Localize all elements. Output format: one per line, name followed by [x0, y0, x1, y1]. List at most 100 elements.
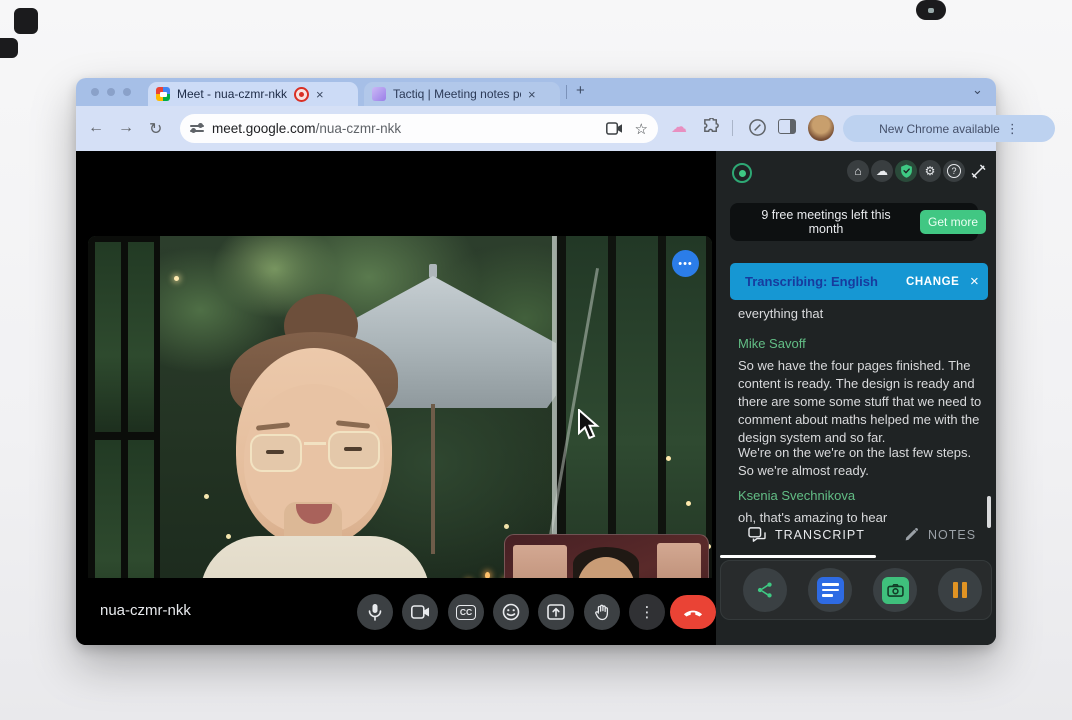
desktop-widget-icon: [14, 8, 38, 34]
transcribing-label: Transcribing: English: [745, 274, 878, 289]
present-button[interactable]: [538, 594, 574, 630]
tactiq-logo-icon: [732, 163, 752, 183]
transcript-paragraph: We're on the we're on the last few steps…: [738, 444, 984, 480]
forward-button[interactable]: →: [118, 119, 134, 137]
meet-favicon-icon: [156, 87, 170, 101]
site-settings-icon[interactable]: [190, 125, 204, 132]
window-close-button[interactable]: [91, 88, 99, 96]
hand-icon: [593, 603, 611, 622]
recording-indicator-icon: [294, 87, 309, 102]
raise-hand-button[interactable]: [584, 594, 620, 630]
pin-button[interactable]: [967, 160, 989, 182]
bubble-dots-icon: •••: [678, 258, 693, 270]
settings-button[interactable]: ⚙: [919, 160, 941, 182]
kebab-icon: ⋮: [640, 603, 655, 621]
gear-icon: ⚙: [925, 164, 936, 178]
more-options-button[interactable]: ⋮: [629, 594, 665, 630]
tactiq-action-bar: [720, 560, 992, 620]
tab-divider: [566, 85, 567, 99]
privacy-button[interactable]: [895, 160, 917, 182]
tactiq-sidebar: ⌂ ☁ ⚙ ? 9 free meetings left this month …: [716, 151, 996, 645]
end-call-icon: [683, 608, 703, 617]
browser-toolbar: ← → ↻ meet.google.com/nua-czmr-nkk ☆ ☁: [76, 106, 996, 151]
new-tab-button[interactable]: +: [576, 82, 585, 99]
help-button[interactable]: ?: [943, 160, 965, 182]
tab-title: Meet - nua-czmr-nkk: [177, 87, 287, 101]
transcript-speaker: Mike Savoff: [738, 336, 806, 351]
reactions-button[interactable]: [493, 594, 529, 630]
export-to-docs-button[interactable]: [808, 568, 852, 612]
screenshot-camera-icon: [882, 577, 909, 604]
url-text: meet.google.com/nua-czmr-nkk: [212, 121, 401, 136]
tactiq-favicon-icon: [372, 87, 386, 101]
screenshot-button[interactable]: [873, 568, 917, 612]
transcript-scrollbar[interactable]: [987, 496, 991, 528]
bookmark-star-icon[interactable]: ☆: [635, 120, 648, 138]
free-meetings-banner: 9 free meetings left this month Get more: [730, 203, 978, 241]
tab-transcript[interactable]: TRANSCRIPT: [748, 527, 865, 543]
notification-bubble: [916, 0, 946, 20]
reload-button[interactable]: ↻: [149, 119, 162, 139]
desktop: Meet - nua-czmr-nkk × Tactiq | Meeting n…: [0, 0, 1072, 720]
browser-window: Meet - nua-czmr-nkk × Tactiq | Meeting n…: [76, 78, 996, 645]
mic-button[interactable]: [357, 594, 393, 630]
tab-notes[interactable]: NOTES: [904, 527, 976, 542]
new-chrome-button[interactable]: New Chrome available ⋮: [843, 115, 1055, 142]
close-banner-icon[interactable]: ×: [970, 273, 979, 290]
transcribing-banner: Transcribing: English CHANGE ×: [730, 263, 988, 300]
pin-icon: [971, 164, 986, 179]
cc-icon: CC: [456, 605, 476, 620]
close-tab-icon[interactable]: ×: [316, 88, 324, 101]
close-tab-icon[interactable]: ×: [528, 88, 536, 101]
mouse-cursor: [577, 409, 600, 440]
pause-transcription-button[interactable]: [938, 568, 982, 612]
meet-control-bar: nua-czmr-nkk CC: [76, 578, 716, 645]
share-icon: [756, 581, 774, 599]
free-meetings-text: 9 free meetings left this month: [746, 208, 906, 236]
share-button[interactable]: [743, 568, 787, 612]
transcript-line: everything that: [738, 305, 984, 323]
shield-check-icon: [900, 164, 913, 178]
get-more-button[interactable]: Get more: [920, 210, 986, 234]
address-bar[interactable]: meet.google.com/nua-czmr-nkk ☆: [180, 114, 658, 143]
pause-icon: [953, 582, 967, 598]
camera-allowed-icon[interactable]: [606, 122, 623, 135]
mic-icon: [367, 603, 383, 621]
umbrella-pole: [431, 404, 435, 554]
desktop-widget-icon: [0, 38, 18, 58]
tab-strip: Meet - nua-czmr-nkk × Tactiq | Meeting n…: [76, 78, 996, 106]
window-minimize-button[interactable]: [107, 88, 115, 96]
extension-badge-icon[interactable]: [748, 118, 767, 137]
tab-notes-label: NOTES: [928, 528, 976, 542]
window-zoom-button[interactable]: [123, 88, 131, 96]
present-icon: [547, 604, 565, 620]
captions-button[interactable]: CC: [448, 594, 484, 630]
meeting-code: nua-czmr-nkk: [100, 602, 191, 619]
extensions-puzzle-icon[interactable]: [702, 118, 721, 137]
videocam-icon: [411, 605, 430, 619]
tab-tactiq[interactable]: Tactiq | Meeting notes powe ×: [364, 82, 560, 106]
change-language-button[interactable]: CHANGE: [906, 276, 959, 288]
back-button[interactable]: ←: [88, 119, 104, 137]
browser-content: ••• Ksenia Svechnikova Mike Savoff: [76, 151, 996, 645]
browser-menu-kebab-icon[interactable]: ⋮: [1006, 121, 1019, 137]
tab-search-chevron-icon[interactable]: ⌄: [972, 82, 983, 98]
new-chrome-label: New Chrome available: [879, 122, 1000, 136]
tab-title: Tactiq | Meeting notes powe: [393, 87, 521, 101]
side-panel-icon[interactable]: [778, 119, 796, 134]
profile-avatar[interactable]: [808, 115, 834, 141]
smiley-icon: [502, 603, 520, 621]
chat-icon: [748, 527, 766, 543]
active-tab-underline: [720, 555, 876, 558]
chat-notification-bubble[interactable]: •••: [672, 250, 699, 277]
end-call-button[interactable]: [670, 595, 716, 629]
home-icon: ⌂: [854, 164, 861, 178]
extension-pink-icon[interactable]: ☁: [671, 117, 687, 137]
transcript-paragraph: oh, that's amazing to hear: [738, 509, 984, 527]
camera-button[interactable]: [402, 594, 438, 630]
tab-transcript-label: TRANSCRIPT: [775, 528, 865, 542]
upload-button[interactable]: ☁: [871, 160, 893, 182]
tab-meet[interactable]: Meet - nua-czmr-nkk ×: [148, 82, 358, 106]
transcript-speaker: Ksenia Svechnikova: [738, 488, 855, 503]
home-button[interactable]: ⌂: [847, 160, 869, 182]
